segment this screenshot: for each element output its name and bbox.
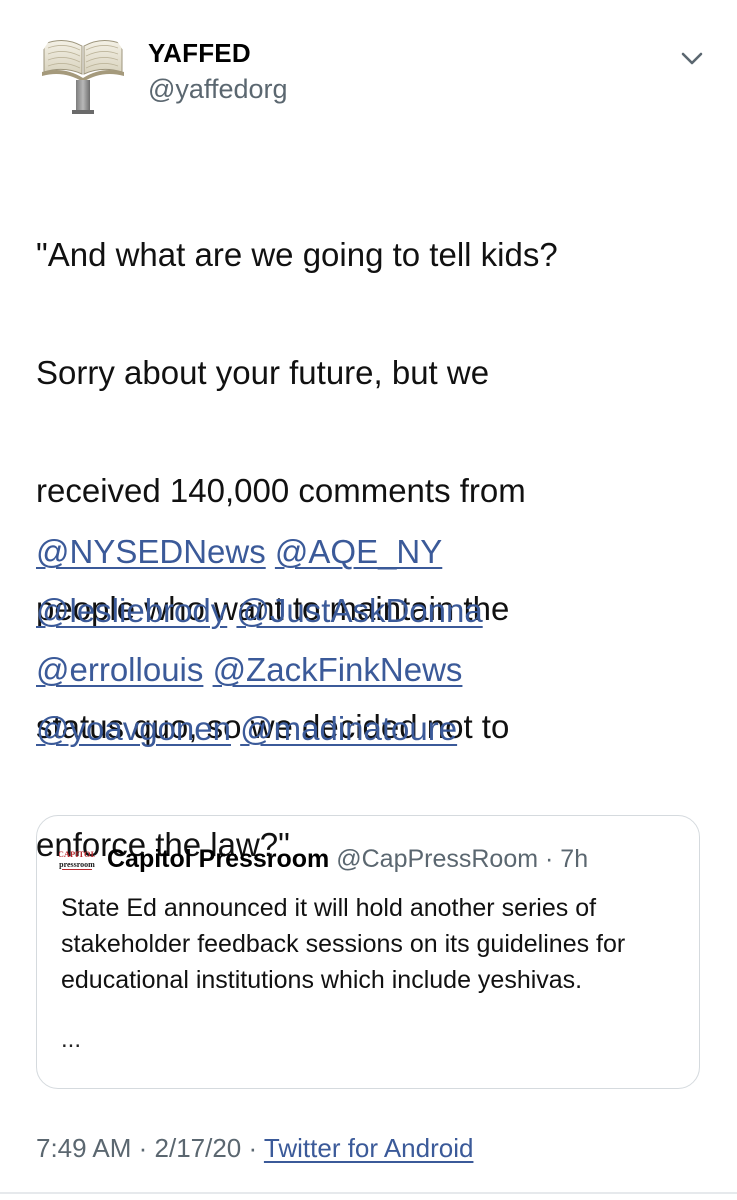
- divider: [0, 1192, 737, 1194]
- quoted-tweet-card[interactable]: CAPITOL pressroom Capitol Pressroom @Cap…: [36, 815, 700, 1089]
- quoted-tweet-text: State Ed announced it will hold another …: [61, 894, 626, 994]
- tweet-source-link[interactable]: Twitter for Android: [264, 1133, 474, 1163]
- tweet-date: 2/17/20: [154, 1133, 242, 1163]
- tweet-time: 7:49 AM: [36, 1133, 132, 1163]
- mention-line: @lesliebrody @JustAskDonna: [36, 581, 716, 640]
- mention-link[interactable]: @NYSEDNews: [36, 533, 266, 570]
- quoted-separator: ·: [538, 845, 561, 873]
- mention-line: @errollouis @ZackFinkNews: [36, 640, 716, 699]
- tweet: YAFFED @yaffedorg "And what are we going…: [0, 0, 737, 1200]
- mention-line: @NYSEDNews @AQE_NY: [36, 522, 716, 581]
- mention-link[interactable]: @madinatoure: [240, 710, 457, 747]
- tweet-meta: 7:49 AM · 2/17/20 · Twitter for Android: [36, 1133, 473, 1164]
- meta-separator: ·: [241, 1133, 264, 1163]
- tweet-text-line: "And what are we going to tell kids?: [36, 236, 558, 273]
- chevron-down-icon[interactable]: [676, 42, 708, 74]
- tweet-text-line: Sorry about your future, but we: [36, 354, 490, 391]
- mention-link[interactable]: @yoavgonen: [36, 710, 231, 747]
- mention-link[interactable]: @JustAskDonna: [236, 592, 482, 629]
- meta-separator: ·: [131, 1133, 155, 1163]
- logo-text-top: CAPITOL: [59, 849, 95, 859]
- mention-link[interactable]: @AQE_NY: [275, 533, 442, 570]
- mentions: @NYSEDNews @AQE_NY @lesliebrody @JustAsk…: [36, 522, 716, 758]
- mention-line: @yoavgonen @madinatoure: [36, 699, 716, 758]
- quoted-tweet-ellipsis: ...: [61, 1026, 82, 1053]
- capitol-pressroom-logo-icon: CAPITOL pressroom: [59, 849, 95, 870]
- quoted-tweet-header: Capitol Pressroom @CapPressRoom · 7h: [107, 844, 588, 874]
- mention-link[interactable]: @lesliebrody: [36, 592, 227, 629]
- tweet-text-line: received 140,000 comments from: [36, 472, 526, 509]
- quoted-author-name: Capitol Pressroom: [107, 845, 330, 873]
- quoted-tweet-age: 7h: [560, 845, 589, 873]
- avatar[interactable]: [38, 26, 128, 116]
- logo-text-bottom: pressroom: [59, 860, 95, 869]
- author-name[interactable]: YAFFED: [148, 38, 251, 69]
- mention-link[interactable]: @errollouis: [36, 651, 203, 688]
- mention-link[interactable]: @ZackFinkNews: [213, 651, 463, 688]
- author-handle[interactable]: @yaffedorg: [148, 74, 288, 105]
- quoted-author-handle: @CapPressRoom: [336, 845, 539, 873]
- open-book-on-stand-icon: [42, 40, 124, 114]
